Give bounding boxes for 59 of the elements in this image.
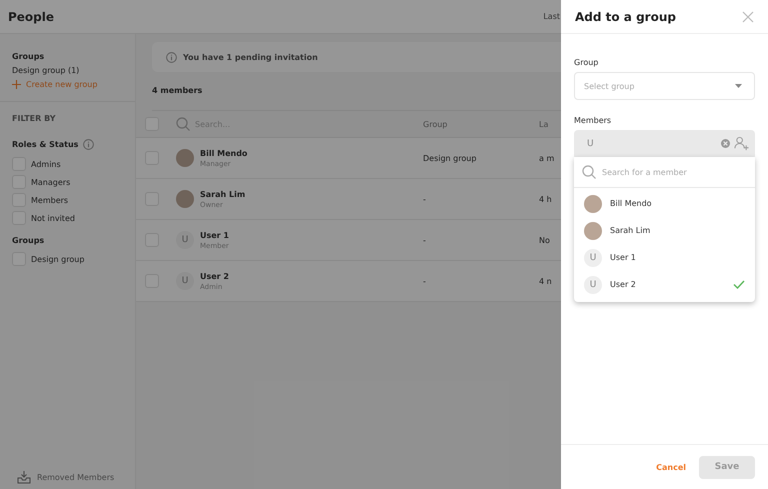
info-icon	[166, 52, 177, 62]
members-field[interactable]: U	[574, 130, 755, 157]
filter-heading: FILTER BY	[12, 114, 57, 123]
filter-label[interactable]: Design group	[31, 254, 84, 264]
panel-title: Add to a group	[575, 10, 676, 24]
search-icon	[176, 117, 190, 131]
cancel-button[interactable]: Cancel	[656, 462, 686, 472]
check-icon	[733, 280, 745, 289]
member-name: User 1	[610, 253, 637, 262]
banner-text: You have 1 pending invitation	[183, 52, 318, 62]
group-cell-text: -	[423, 276, 427, 286]
table-cell-text: a m	[539, 154, 556, 162]
column-header: La	[539, 120, 550, 128]
member-option[interactable]: Sarah Lim	[574, 217, 755, 244]
member-option[interactable]: U User 2	[574, 271, 755, 298]
avatar-initial: U	[176, 272, 194, 290]
avatar-initial: U	[176, 231, 194, 249]
plus-icon	[12, 80, 21, 89]
avatar-initial: U	[584, 276, 602, 294]
section-heading: Groups	[12, 236, 46, 245]
member-name: Bill Mendo	[610, 199, 653, 208]
column-header: Group	[423, 120, 448, 128]
search-icon	[582, 165, 596, 179]
avatar-photo	[584, 194, 602, 212]
filter-label[interactable]: Managers	[31, 178, 70, 186]
group-cell-text: -	[423, 194, 427, 204]
member-name: Sarah Lim	[610, 226, 652, 235]
field-label: Members	[574, 116, 612, 125]
group-cell-text: -	[423, 236, 427, 244]
group-cell-text: Design group	[423, 154, 478, 162]
table-cell-text: No	[539, 236, 551, 244]
group-link[interactable]: Design group (1)	[12, 66, 135, 75]
avatar-photo	[176, 190, 194, 208]
member-name: User 2	[610, 280, 637, 289]
table-cell-text: 4 h	[539, 194, 553, 204]
avatar-photo	[176, 149, 194, 167]
section-heading: Groups	[12, 52, 46, 61]
close-icon[interactable]	[742, 10, 754, 22]
removed-members-link[interactable]: Removed Members	[37, 472, 114, 482]
member-name: Sarah Lim	[200, 190, 246, 198]
avatar-initial: U	[584, 248, 602, 266]
field-label: Group	[574, 58, 600, 67]
member-option[interactable]: Bill Mendo	[574, 190, 755, 217]
add-user-icon[interactable]	[734, 136, 749, 151]
member-name: User 1	[200, 230, 229, 240]
inbox-icon[interactable]	[17, 470, 31, 484]
filter-label[interactable]: Admins	[31, 160, 61, 168]
page-title: People	[8, 10, 56, 24]
table-cell-text: 4 n	[539, 276, 553, 286]
section-heading: Roles & Status	[12, 140, 78, 148]
info-icon	[83, 138, 94, 150]
filter-label[interactable]: Not invited	[31, 214, 75, 222]
member-name: Bill Mendo	[200, 148, 248, 158]
avatar-photo	[584, 222, 602, 240]
filter-label[interactable]: Members	[31, 196, 68, 204]
caret-icon	[735, 84, 742, 88]
member-name: User 2	[200, 272, 229, 280]
header-text: Last	[543, 12, 560, 21]
clear-icon[interactable]	[721, 139, 730, 148]
